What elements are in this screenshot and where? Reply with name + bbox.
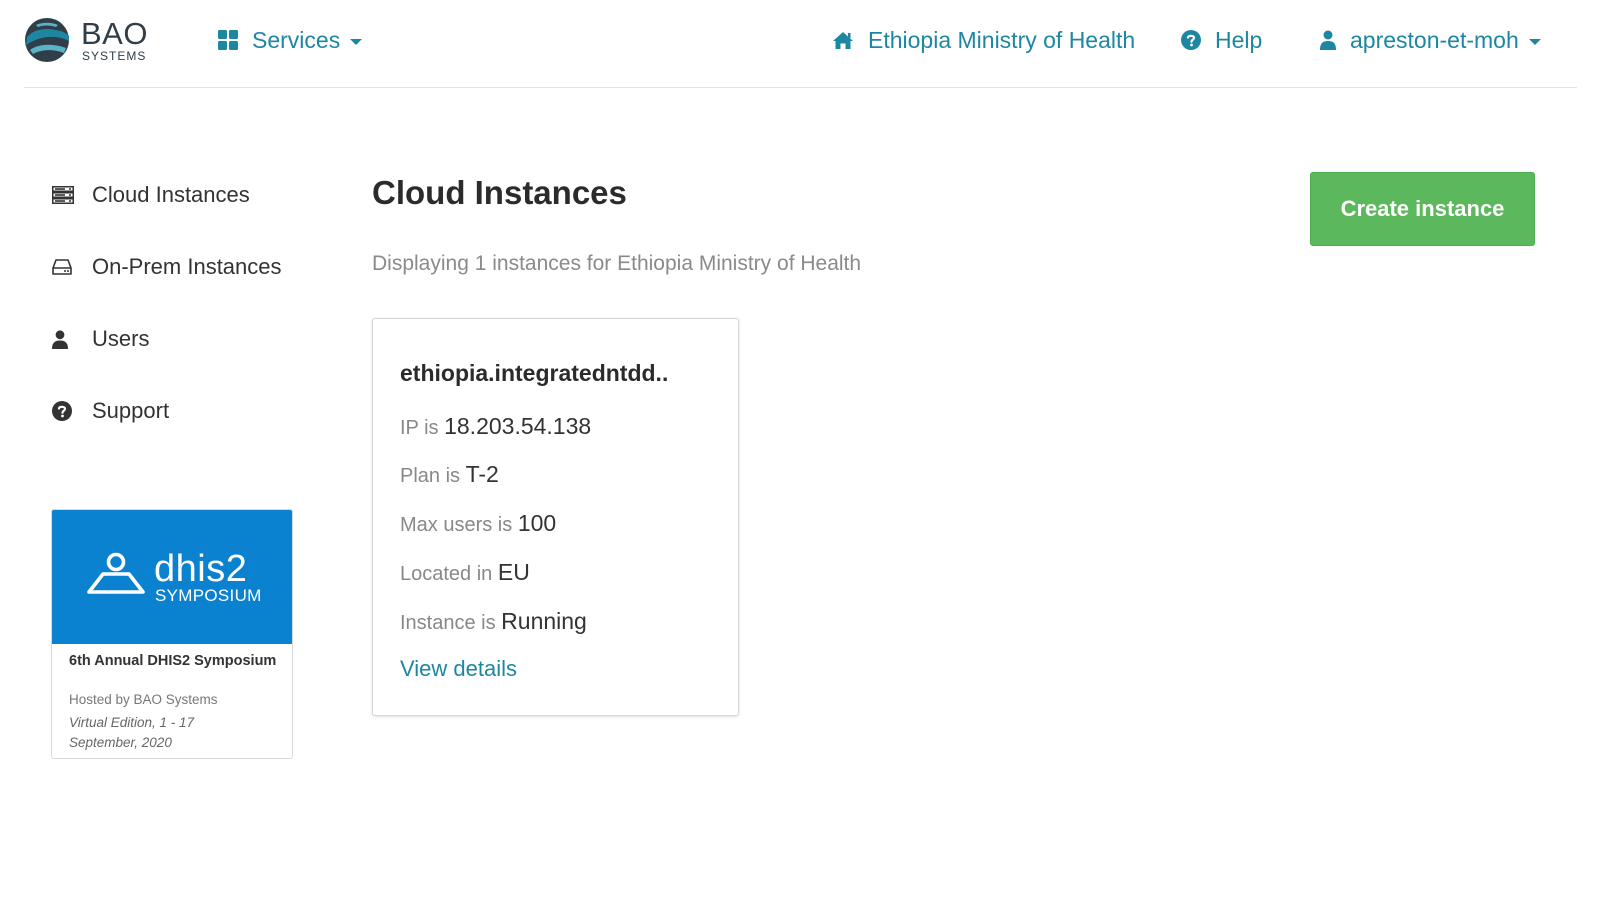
plan-label: Plan is <box>400 465 466 487</box>
top-navbar: BAO SYSTEMS Services Ethiopia Ministry o… <box>0 0 1600 88</box>
sidebar-item-label: Users <box>92 326 150 351</box>
ip-value: 18.203.54.138 <box>444 413 592 439</box>
dhis2-symposium-promo-card[interactable]: dhis2 SYMPOSIUM 6th Annual DHIS2 Symposi… <box>51 509 293 759</box>
organization-link[interactable]: Ethiopia Ministry of Health <box>832 24 1135 56</box>
chevron-down-icon <box>1528 38 1541 45</box>
instance-status-row: Instance is Running <box>400 607 587 639</box>
sidebar-item-cloud-instances[interactable]: Cloud Instances <box>52 175 250 215</box>
sidebar-item-support[interactable]: Support <box>52 391 169 431</box>
logo-subtitle: SYSTEMS <box>82 49 147 63</box>
create-instance-button[interactable]: Create instance <box>1310 172 1535 246</box>
grid-icon <box>218 30 238 50</box>
question-circle-icon <box>52 401 76 421</box>
status-label: Instance is <box>400 612 502 634</box>
dhis2-logo-icon <box>87 552 145 594</box>
home-icon <box>832 31 854 50</box>
server-icon <box>52 186 76 204</box>
services-menu[interactable]: Services <box>218 24 363 56</box>
sidebar-item-on-prem-instances[interactable]: On-Prem Instances <box>52 247 282 287</box>
hard-drive-icon <box>52 259 76 275</box>
instance-max-users-row: Max users is 100 <box>400 509 556 541</box>
user-icon <box>52 329 76 349</box>
location-value: EU <box>497 559 530 585</box>
plan-value: T-2 <box>465 461 499 487</box>
location-label: Located in <box>400 563 498 585</box>
instance-plan-row: Plan is T-2 <box>400 460 499 492</box>
logo-wordmark: BAO <box>81 16 148 51</box>
user-menu[interactable]: apreston-et-moh <box>1320 24 1541 56</box>
instance-ip-row: IP is 18.203.54.138 <box>400 412 591 444</box>
sidebar-item-users[interactable]: Users <box>52 319 149 359</box>
chevron-down-icon <box>350 38 363 45</box>
user-icon <box>1320 30 1336 50</box>
help-label: Help <box>1215 26 1263 53</box>
services-label: Services <box>252 26 341 53</box>
promo-host: Hosted by BAO Systems <box>69 692 218 707</box>
page-title: Cloud Instances <box>372 174 627 211</box>
instances-count-text: Displaying 1 instances for Ethiopia Mini… <box>372 252 862 275</box>
instance-location-row: Located in EU <box>400 558 530 590</box>
header-divider <box>24 87 1577 88</box>
promo-banner: dhis2 SYMPOSIUM <box>52 510 292 644</box>
instance-name: ethiopia.integratedntdd.. <box>400 360 669 386</box>
help-link[interactable]: Help <box>1181 24 1262 56</box>
promo-title: 6th Annual DHIS2 Symposium <box>69 653 277 669</box>
bao-systems-logo[interactable]: BAO SYSTEMS <box>24 17 164 67</box>
max-users-value: 100 <box>517 510 557 536</box>
promo-date: Virtual Edition, 1 - 17 September, 2020 <box>69 715 195 750</box>
max-users-label: Max users is <box>400 514 518 536</box>
sidebar-item-label: On-Prem Instances <box>92 254 282 279</box>
sidebar-item-label: Support <box>92 398 170 423</box>
status-value: Running <box>501 608 587 634</box>
globe-logo-icon <box>25 18 69 62</box>
instance-card: ethiopia.integratedntdd.. IP is 18.203.5… <box>372 318 739 716</box>
promo-banner-sub: SYMPOSIUM <box>155 586 262 605</box>
question-circle-icon <box>1181 30 1201 50</box>
username-label: apreston-et-moh <box>1350 26 1519 53</box>
ip-label: IP is <box>400 417 445 439</box>
view-details-link[interactable]: View details <box>400 655 517 683</box>
organization-label: Ethiopia Ministry of Health <box>868 26 1136 53</box>
promo-banner-word: dhis2 <box>154 548 248 590</box>
sidebar-item-label: Cloud Instances <box>92 182 250 207</box>
